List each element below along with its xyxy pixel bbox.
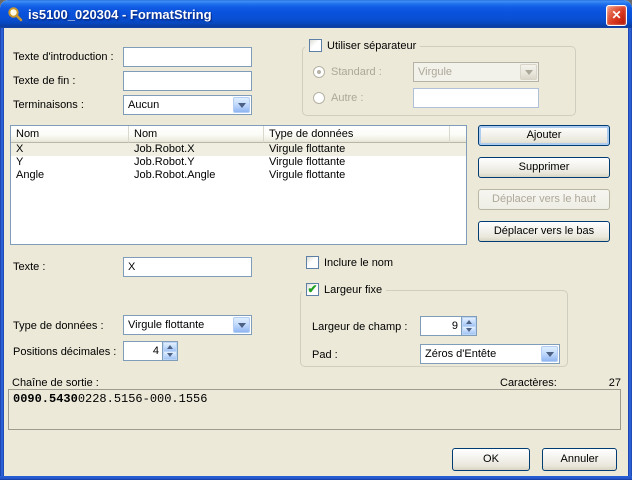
positions-decimales-value: 4 [124,342,162,360]
standard-radio-row: Standard : [313,66,382,78]
texte-label: Texte : [13,261,45,273]
list-header: Nom Nom Type de données [11,126,466,143]
terminaisons-select[interactable]: Aucun [123,95,252,115]
format-string-dialog: is5100_020304 - FormatString ✕ Texte d'i… [0,0,632,480]
autre-input [413,88,539,108]
window-border-left [0,28,4,480]
standard-select: Virgule [413,62,539,82]
cell-source: Job.Robot.Y [129,156,264,169]
list-row-angle[interactable]: Angle Job.Robot.Angle Virgule flottante [11,169,466,182]
cell-nom: Y [11,156,129,169]
title-bar: is5100_020304 - FormatString ✕ [0,0,632,28]
intro-label: Texte d'introduction : [13,51,114,63]
ajouter-button[interactable]: Ajouter [478,125,610,146]
use-separator-label: Utiliser séparateur [327,40,416,52]
chevron-down-icon [520,64,537,80]
pad-select[interactable]: Zéros d'Entête [420,344,560,364]
cell-nom: X [11,143,129,156]
cell-nom: Angle [11,169,129,182]
cell-source: Job.Robot.Angle [129,169,264,182]
largeur-champ-stepper[interactable]: 9 [420,316,477,336]
pad-value: Zéros d'Entête [425,348,496,360]
intro-input[interactable] [123,47,252,67]
autre-label: Autre : [331,92,363,104]
chaine-sortie-label: Chaîne de sortie : [12,377,99,389]
inclure-nom-checkbox[interactable] [306,256,319,269]
fin-label: Texte de fin : [13,75,75,87]
terminaisons-label: Terminaisons : [13,99,84,111]
standard-radio [313,66,325,78]
type-donnees-label: Type de données : [13,320,104,332]
caracteres-label: Caractères: [500,377,557,389]
deplacer-haut-button: Déplacer vers le haut [478,189,610,210]
window-border-bottom [0,476,632,480]
annuler-button[interactable]: Annuler [542,448,617,471]
cell-source: Job.Robot.X [129,143,264,156]
positions-decimales-label: Positions décimales : [13,346,116,358]
largeur-champ-value: 9 [421,317,461,335]
spin-up-icon[interactable] [462,317,476,326]
autre-radio-row: Autre : [313,92,363,104]
list-row-x[interactable]: X Job.Robot.X Virgule flottante [11,143,466,156]
spin-down-icon[interactable] [163,351,177,361]
chevron-down-icon[interactable] [233,317,250,333]
caracteres-counter: Caractères: 27 [500,377,621,389]
window-title: is5100_020304 - FormatString [28,7,212,22]
inclure-nom-label: Inclure le nom [324,257,393,269]
largeur-fixe-checkbox[interactable]: ✔ [306,283,319,296]
use-separator-checkbox[interactable] [309,39,322,52]
output-rest-part: 0228.5156-000.1556 [78,392,208,406]
deplacer-bas-button[interactable]: Déplacer vers le bas [478,221,610,242]
fin-input[interactable] [123,71,252,91]
column-header-source[interactable]: Nom [129,126,264,143]
use-separator-checkbox-row[interactable]: Utiliser séparateur [305,39,420,52]
spin-down-icon[interactable] [462,326,476,336]
spin-up-icon[interactable] [163,342,177,351]
supprimer-button[interactable]: Supprimer [478,157,610,178]
magnifier-icon [7,6,23,22]
type-donnees-select[interactable]: Virgule flottante [123,315,252,335]
column-header-filler [450,126,466,143]
list-row-y[interactable]: Y Job.Robot.Y Virgule flottante [11,156,466,169]
standard-label: Standard : [331,66,382,78]
close-button[interactable]: ✕ [606,5,627,26]
standard-value: Virgule [418,66,452,78]
chevron-down-icon[interactable] [541,346,558,362]
ok-button[interactable]: OK [452,448,530,471]
type-donnees-value: Virgule flottante [128,319,204,331]
inclure-nom-checkbox-row[interactable]: Inclure le nom [302,256,397,269]
chevron-down-icon[interactable] [233,97,250,113]
cell-type: Virgule flottante [264,143,450,156]
texte-input[interactable] [123,257,252,277]
largeur-champ-label: Largeur de champ : [312,321,407,333]
output-string-box: 0090.54300228.5156-000.1556 [8,389,621,430]
column-header-nom[interactable]: Nom [11,126,129,143]
pad-label: Pad : [312,349,338,361]
output-selected-part: 0090.5430 [13,392,78,406]
autre-radio [313,92,325,104]
cell-type: Virgule flottante [264,169,450,182]
column-header-type[interactable]: Type de données [264,126,450,143]
terminaisons-value: Aucun [128,99,159,111]
window-border-right [628,28,632,480]
caracteres-value: 27 [609,377,621,389]
largeur-fixe-label: Largeur fixe [324,284,382,296]
positions-decimales-stepper[interactable]: 4 [123,341,178,361]
check-icon: ✔ [307,284,317,294]
cell-type: Virgule flottante [264,156,450,169]
largeur-fixe-checkbox-row[interactable]: ✔ Largeur fixe [302,283,386,296]
variables-list: Nom Nom Type de données X Job.Robot.X Vi… [10,125,467,245]
